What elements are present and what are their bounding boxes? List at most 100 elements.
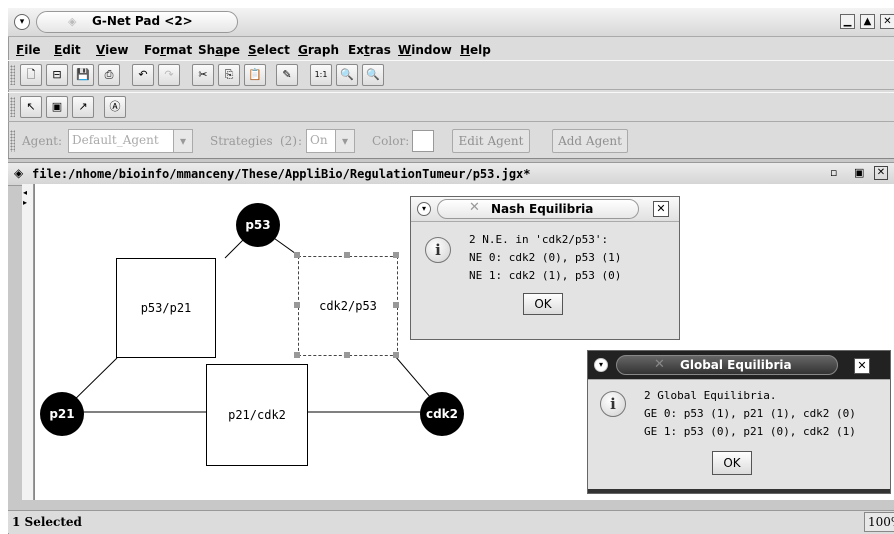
menu-graph[interactable]: Graph bbox=[298, 43, 339, 57]
menu-shape[interactable]: Shape bbox=[198, 43, 240, 57]
arrow-left-icon[interactable]: ◂ bbox=[23, 188, 27, 197]
menu-window[interactable]: Window bbox=[398, 43, 452, 57]
agent-select[interactable]: Default_Agent bbox=[68, 129, 174, 153]
dialog-titlebar: ▾ ✕ Global Equilibria ✕ bbox=[588, 351, 890, 380]
x-logo-icon: ✕ bbox=[469, 200, 480, 215]
strategies-count: (2) bbox=[280, 134, 297, 148]
agent-label: Agent: bbox=[22, 134, 63, 148]
copy-icon[interactable]: ⎘ bbox=[218, 64, 240, 86]
status-selection: 1 Selected bbox=[12, 515, 82, 529]
global-line-3: GE 1: p53 (0), p21 (0), cdk2 (1) bbox=[644, 425, 856, 438]
nash-equilibria-dialog: ▾ ✕ Nash Equilibria ✕ i 2 N.E. in 'cdk2/… bbox=[410, 196, 680, 340]
maximize-icon[interactable]: ▲ bbox=[860, 14, 875, 29]
x-logo-icon: ✕ bbox=[654, 357, 665, 372]
selection-handle[interactable] bbox=[294, 302, 300, 308]
edit-icon[interactable]: ✎ bbox=[276, 64, 298, 86]
nash-line-2: NE 0: cdk2 (0), p53 (1) bbox=[469, 251, 622, 264]
close-icon[interactable]: ✕ bbox=[854, 358, 870, 374]
dialog-menu-icon[interactable]: ▾ bbox=[417, 202, 431, 216]
window-title: G-Net Pad <2> bbox=[92, 14, 193, 28]
edit-agent-button[interactable]: Edit Agent bbox=[452, 129, 530, 153]
select-tool-icon[interactable]: ↖ bbox=[20, 96, 42, 118]
selection-handle[interactable] bbox=[344, 352, 350, 358]
title-bar: ▾ ◈ G-Net Pad <2> ▁ ▲ ✕ bbox=[8, 8, 894, 37]
agent-select-value: Default_Agent bbox=[72, 133, 159, 147]
paste-icon[interactable]: 📋 bbox=[244, 64, 266, 86]
edge-tool-icon[interactable]: ↗ bbox=[72, 96, 94, 118]
node-tool-icon[interactable]: ▣ bbox=[46, 96, 68, 118]
global-equilibria-dialog: ▾ ✕ Global Equilibria ✕ i 2 Global Equil… bbox=[587, 350, 891, 494]
menu-format[interactable]: Format bbox=[144, 43, 192, 57]
toolbar-grip[interactable] bbox=[10, 65, 15, 85]
agent-toolbar: Agent: Default_Agent ▾ Strategies (2) : … bbox=[8, 124, 894, 156]
agent-node-p21[interactable]: p21 bbox=[40, 392, 84, 436]
ok-button[interactable]: OK bbox=[712, 451, 752, 475]
selection-handle[interactable] bbox=[294, 352, 300, 358]
menu-view[interactable]: View bbox=[96, 43, 128, 57]
cut-icon[interactable]: ✂ bbox=[192, 64, 214, 86]
game-node-p53-p21[interactable]: p53/p21 bbox=[116, 258, 216, 358]
close-icon[interactable]: ✕ bbox=[880, 14, 894, 29]
global-line-1: 2 Global Equilibria. bbox=[644, 389, 777, 402]
undo-icon[interactable]: ↶ bbox=[132, 64, 154, 86]
document-path: file:/nhome/bioinfo/mmanceny/These/Appli… bbox=[32, 167, 531, 181]
zoom-indicator: 100% bbox=[864, 512, 894, 532]
selection-handle[interactable] bbox=[393, 352, 399, 358]
strategies-select[interactable]: On bbox=[306, 129, 336, 153]
redo-icon[interactable]: ↷ bbox=[158, 64, 180, 86]
maximize-frame-icon[interactable]: ▣ bbox=[854, 166, 864, 179]
close-icon[interactable]: ✕ bbox=[653, 201, 669, 217]
game-node-cdk2-p53[interactable]: cdk2/p53 bbox=[298, 256, 398, 356]
menu-help[interactable]: Help bbox=[460, 43, 491, 57]
selection-handle[interactable] bbox=[393, 302, 399, 308]
agent-tool-icon[interactable]: Ⓐ bbox=[104, 96, 126, 118]
zoom-level: 100% bbox=[868, 515, 894, 529]
save-icon[interactable]: 💾 bbox=[72, 64, 94, 86]
toolbar-grip[interactable] bbox=[10, 130, 15, 152]
app-diamond-icon: ◈ bbox=[68, 15, 77, 28]
info-icon: i bbox=[600, 391, 626, 417]
color-swatch[interactable] bbox=[412, 130, 434, 152]
new-icon[interactable]: 🗋 bbox=[20, 64, 42, 86]
menu-extras[interactable]: Extras bbox=[348, 43, 391, 57]
selection-handle[interactable] bbox=[344, 252, 350, 258]
dialog-bottom-border bbox=[588, 489, 890, 493]
status-bar: 1 Selected 100% bbox=[8, 510, 894, 533]
minimize-icon[interactable]: ▁ bbox=[840, 14, 855, 29]
strategies-colon: : bbox=[298, 134, 303, 148]
dialog-title: Global Equilibria bbox=[680, 358, 792, 372]
main-toolbar: 🗋 ⊟ 💾 ⎙ ↶ ↷ ✂ ⎘ 📋 ✎ 1:1 🔍 🔍 bbox=[8, 60, 894, 90]
splitter-gutter[interactable]: ◂ ▸ bbox=[22, 184, 34, 500]
arrow-right-icon[interactable]: ▸ bbox=[23, 198, 27, 207]
chevron-down-icon[interactable]: ▾ bbox=[335, 129, 355, 153]
add-agent-button[interactable]: Add Agent bbox=[552, 129, 628, 153]
iconify-icon[interactable]: ▫ bbox=[830, 166, 837, 179]
menu-select[interactable]: Select bbox=[248, 43, 290, 57]
document-titlebar: ◈ file:/nhome/bioinfo/mmanceny/These/App… bbox=[8, 162, 894, 186]
agent-node-p53[interactable]: p53 bbox=[236, 203, 280, 247]
agent-node-cdk2[interactable]: cdk2 bbox=[420, 392, 464, 436]
open-icon[interactable]: ⊟ bbox=[46, 64, 68, 86]
zoom-in-icon[interactable]: 🔍 bbox=[336, 64, 358, 86]
game-node-p21-cdk2[interactable]: p21/cdk2 bbox=[206, 364, 308, 466]
selection-handle[interactable] bbox=[393, 252, 399, 258]
strategies-label: Strategies bbox=[210, 134, 273, 148]
print-icon[interactable]: ⎙ bbox=[98, 64, 120, 86]
menu-bar: File Edit View Format Shape Select Graph Extras… bbox=[8, 40, 894, 60]
nash-line-1: 2 N.E. in 'cdk2/p53': bbox=[469, 233, 609, 246]
zoom-out-icon[interactable]: 🔍 bbox=[362, 64, 384, 86]
menu-file[interactable]: File bbox=[16, 43, 41, 57]
selection-handle[interactable] bbox=[294, 252, 300, 258]
dialog-menu-icon[interactable]: ▾ bbox=[594, 358, 608, 372]
document-diamond-icon: ◈ bbox=[14, 166, 24, 180]
ok-button[interactable]: OK bbox=[523, 293, 563, 315]
tool-toolbar: ↖ ▣ ↗ Ⓐ bbox=[8, 92, 894, 122]
color-label: Color: bbox=[372, 134, 410, 148]
chevron-down-icon[interactable]: ▾ bbox=[173, 129, 193, 153]
zoom-actual-icon[interactable]: 1:1 bbox=[310, 64, 332, 86]
window-menu-icon[interactable]: ▾ bbox=[14, 14, 30, 30]
toolbar-grip[interactable] bbox=[10, 97, 15, 117]
close-frame-icon[interactable]: ✕ bbox=[874, 166, 888, 180]
menu-edit[interactable]: Edit bbox=[54, 43, 81, 57]
dialog-titlebar: ▾ ✕ Nash Equilibria ✕ bbox=[411, 197, 679, 222]
